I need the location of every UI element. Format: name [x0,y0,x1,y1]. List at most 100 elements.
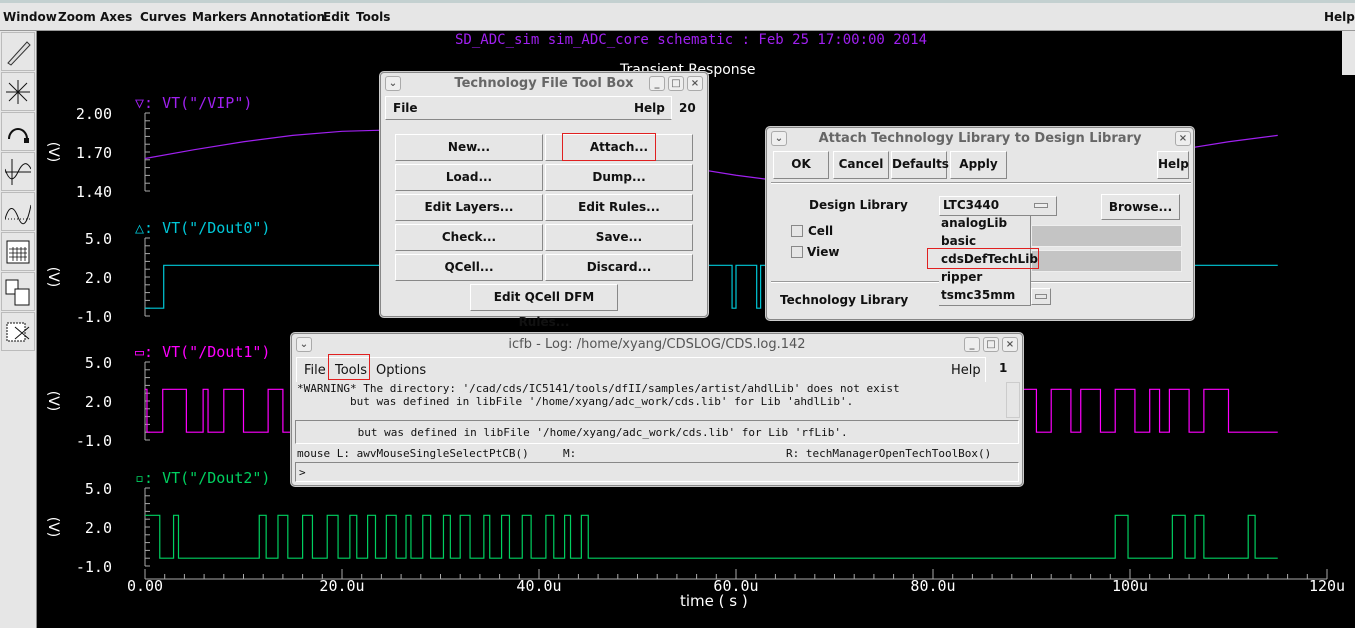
attach-highlight [562,133,656,161]
y-tick-label: 5.0 [85,354,112,372]
cut-icon[interactable] [1,312,35,351]
window-count: 20 [679,101,696,115]
design-library-dropdown[interactable]: LTC3440 [939,196,1057,216]
menu-window[interactable]: Window [3,10,57,24]
log-output: *WARNING* The directory: '/cad/cds/IC514… [295,382,1007,418]
y-tick-label: -1.0 [76,558,112,576]
x-tick-label: 80.0u [910,577,955,595]
window-title: Technology File Tool Box [454,76,634,91]
pencil-icon[interactable] [1,32,35,71]
option-analoglib[interactable]: analogLib [941,216,1007,230]
option-basic[interactable]: basic [941,234,976,248]
menu-file[interactable]: File [304,363,326,378]
menu-tools[interactable]: Tools [356,10,390,24]
maximize-icon[interactable]: □ [983,337,999,352]
window-title: Attach Technology Library to Design Libr… [818,131,1142,146]
minimize-icon[interactable]: _ [964,337,980,352]
command-input[interactable]: > [295,462,1019,482]
load-button[interactable]: Load... [395,164,543,191]
apply-button[interactable]: Apply [950,151,1007,179]
ab-marker-icon[interactable] [1,152,35,191]
edit-rules-button[interactable]: Edit Rules... [545,194,693,221]
technology-file-toolbox-window: ⌄ Technology File Tool Box _ □ × File He… [380,72,708,329]
undo-arc-icon[interactable] [1,112,35,151]
view-checkbox[interactable] [791,246,803,258]
menu-curves[interactable]: Curves [140,10,186,24]
window-menu-icon[interactable]: ⌄ [385,76,401,91]
x-tick-label: 40.0u [516,577,561,595]
mouse-right-binding: R: techManagerOpenTechToolBox() [786,447,992,460]
cell-field[interactable] [1031,225,1182,247]
maximize-icon[interactable]: □ [668,76,684,91]
technology-library-dropdown[interactable] [1031,288,1051,305]
window-menu-icon[interactable]: ⌄ [296,337,312,352]
ok-button[interactable]: OK [773,151,829,179]
check-button[interactable]: Check... [395,224,543,251]
calculator-icon[interactable] [1,232,35,271]
y-axis-label: (V) [45,142,61,163]
legend-entry: △: VT("/Dout0") [135,219,270,237]
cell-checkbox[interactable] [791,225,803,237]
edit-layers-button[interactable]: Edit Layers... [395,194,543,221]
delta-marker-icon[interactable] [1,192,35,231]
current-line-text: but was defined in libFile '/home/xyang/… [298,426,848,439]
current-line-field[interactable]: but was defined in libFile '/home/xyang/… [295,420,1019,444]
title-bar: ⌄ icfb - Log: /home/xyang/CDSLOG/CDS.log… [292,334,1022,356]
series-line [145,514,1278,559]
menu-help[interactable]: Help [1324,10,1355,24]
toolbar [0,31,37,628]
close-icon[interactable]: × [687,76,703,91]
background-window-edge [1342,31,1355,75]
legend-entry: ▽: VT("/VIP") [135,94,252,112]
cancel-button[interactable]: Cancel [833,151,889,179]
option-tsmc35mm[interactable]: tsmc35mm [941,288,1015,302]
strip-icon[interactable] [1,272,35,311]
menu-edit[interactable]: Edit [323,10,350,24]
y-tick-label: -1.0 [76,432,112,450]
y-tick-label: 2.0 [85,269,112,287]
divider [771,182,1191,184]
new-button[interactable]: New... [395,134,543,161]
design-library-label: Design Library [809,198,908,212]
view-field[interactable] [1031,250,1182,272]
edit-qcell-dfm-rules-button[interactable]: Edit QCell DFM Rules... [470,284,618,329]
menu-help[interactable]: Help [951,363,981,378]
y-tick-label: 2.0 [85,393,112,411]
command-prompt: > [299,466,306,479]
cell-label: Cell [808,224,834,238]
menu-file[interactable]: File [393,101,418,115]
help-button[interactable]: Help [1157,151,1189,179]
minimize-icon[interactable]: _ [649,76,665,91]
menu-row: File Tools Options Help [296,357,986,383]
y-tick-label: 5.0 [85,230,112,248]
qcell-button[interactable]: QCell... [395,254,543,281]
y-axis-label: (V) [45,391,61,412]
design-library-value: LTC3440 [943,198,1000,212]
legend-entry: ▫: VT("/Dout2") [135,469,270,487]
log-scrollbar[interactable] [1006,382,1020,418]
mouse-middle-binding: M: [563,447,577,460]
option-ripper[interactable]: ripper [941,270,982,284]
menu-help[interactable]: Help [634,101,665,115]
menu-markers[interactable]: Markers [192,10,247,24]
close-icon[interactable]: × [1002,337,1018,352]
close-icon[interactable]: × [1175,131,1191,146]
discard-button[interactable]: Discard... [545,254,693,281]
zoom-fit-icon[interactable] [1,72,35,111]
menu-options[interactable]: Options [376,363,426,378]
defaults-button[interactable]: Defaults [891,151,949,179]
x-tick-label: 0.00 [127,577,163,595]
cdsdeftechlib-highlight [927,248,1039,269]
log-line: *WARNING* The directory: '/cad/cds/IC514… [297,382,900,395]
dropdown-indicator-icon [1034,203,1048,208]
browse-button[interactable]: Browse... [1101,194,1180,220]
save-button[interactable]: Save... [545,224,693,251]
menu-zoom[interactable]: Zoom [58,10,96,24]
y-axis-label: (V) [45,517,61,538]
menu-annotation[interactable]: Annotation [250,10,325,24]
y-axis-label: (V) [45,267,61,288]
menu-axes[interactable]: Axes [100,10,132,24]
window-menu-icon[interactable]: ⌄ [771,131,787,146]
y-tick-label: 2.00 [76,105,112,123]
dump-button[interactable]: Dump... [545,164,693,191]
